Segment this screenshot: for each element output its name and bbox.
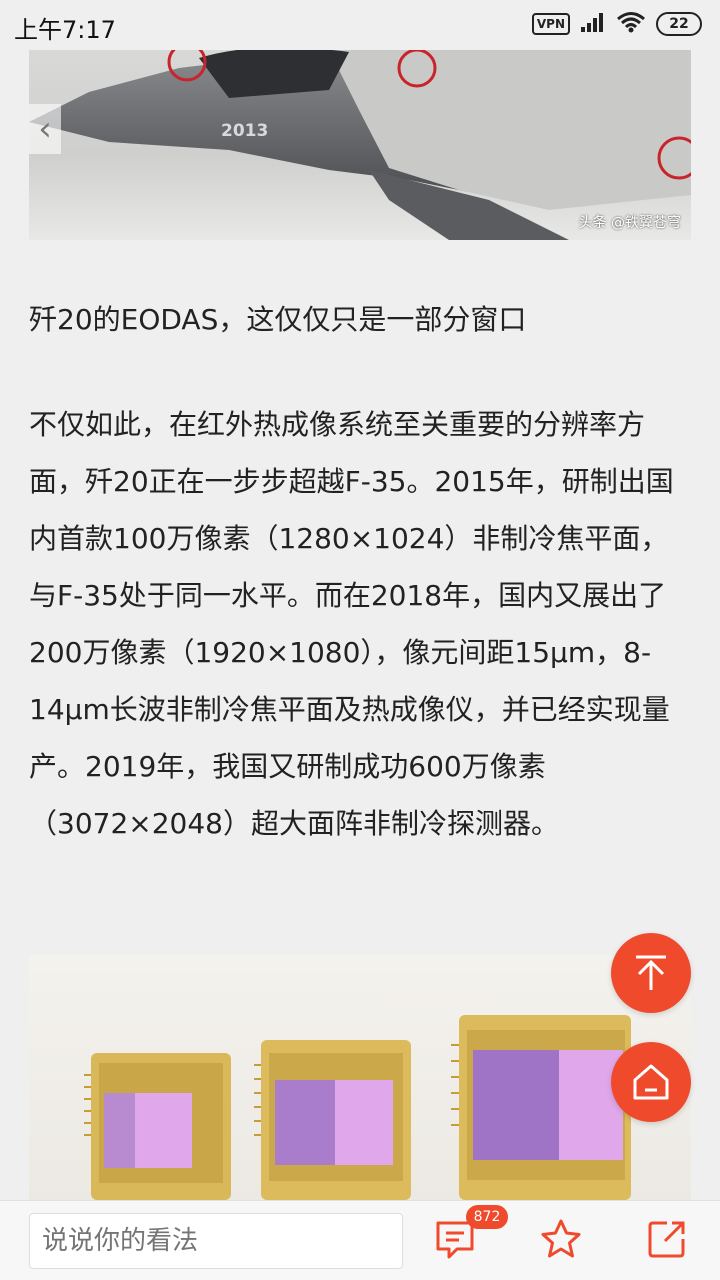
share-button[interactable] [645, 1217, 689, 1261]
sensor-chips-illustration [84, 1015, 631, 1200]
article-heading: 歼20的EODAS，这仅仅只是一部分窗口 [29, 303, 527, 336]
home-button[interactable] [611, 1042, 691, 1122]
star-icon [541, 1219, 581, 1258]
comment-count-badge: 872 [466, 1205, 508, 1229]
share-icon [648, 1221, 685, 1258]
comment-input[interactable] [29, 1213, 403, 1269]
jet-serial-number: 2013 [221, 121, 268, 141]
image-watermark: 头条 @铁翼苍穹 [578, 215, 681, 231]
scroll-to-top-button[interactable] [611, 933, 691, 1013]
arrow-up-icon [636, 955, 666, 990]
status-icons: VPN 22 [531, 11, 702, 37]
signal-icon [580, 11, 606, 37]
article-image-jet[interactable]: 2013 头条 @铁翼苍穹 [29, 50, 691, 240]
favorite-button[interactable] [539, 1217, 583, 1261]
home-icon [633, 1064, 669, 1100]
article-paragraph: 不仅如此，在红外热成像系统至关重要的分辨率方面，歼20正在一步步超越F-35。2… [29, 408, 674, 840]
status-time: 上午7:17 [14, 16, 116, 44]
battery-indicator: 22 [656, 12, 702, 36]
article-image-sensors[interactable] [29, 955, 691, 1200]
bottom-action-bar: 872 [0, 1200, 720, 1280]
status-bar: 上午7:17 VPN 22 [0, 0, 720, 50]
chevron-left-icon[interactable]: ‹ [29, 104, 61, 154]
wifi-icon [616, 11, 646, 37]
vpn-badge: VPN [531, 13, 570, 35]
